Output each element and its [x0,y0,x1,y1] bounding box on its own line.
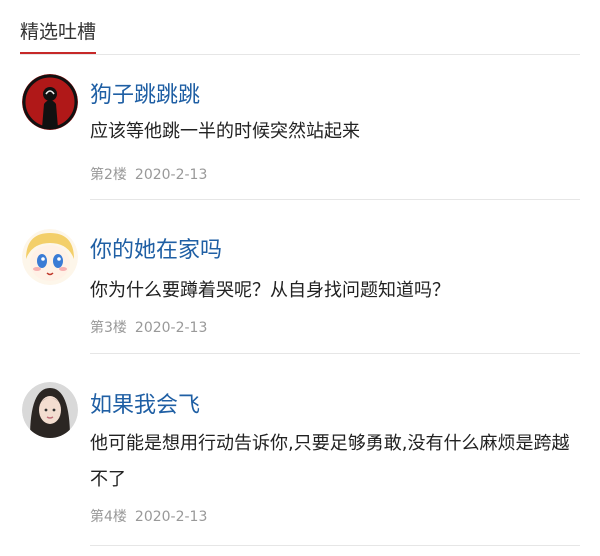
comment-meta: 第3楼 2020-2-13 [90,319,207,337]
comment-text: 他可能是想用行动告诉你,只要足够勇敢,没有什么麻烦是跨越不了 [90,433,570,490]
comment-date: 2020-2-13 [134,167,208,183]
floor-number: 第3楼 [90,320,127,336]
floor-number: 第4楼 [90,509,127,525]
comment-date: 2020-2-13 [134,320,208,336]
woman-photo-avatar-icon [22,382,78,438]
username[interactable]: 狗子跳跳跳 [90,82,200,110]
divider [90,199,580,200]
divider [90,545,580,546]
dark-figure-avatar-icon [22,74,78,130]
comment-item: 狗子跳跳跳 应该等他跳一半的时候突然站起来 第2楼 2020-2-13 [20,70,580,200]
section-title: 精选吐槽 [20,20,97,54]
anime-girl-avatar-icon [22,229,78,285]
username[interactable]: 如果我会飞 [90,392,200,420]
comment-meta: 第4楼 2020-2-13 [90,508,207,526]
comment-item: 如果我会飞 他可能是想用行动告诉你,只要足够勇敢,没有什么麻烦是跨越不了 第4楼… [20,378,580,548]
comment-item: 你的她在家吗 你为什么要蹲着哭呢？从自身找问题知道吗？ 第3楼 2020-2-13 [20,225,580,355]
comment-text: 应该等他跳一半的时候突然站起来 [90,121,360,142]
user-avatar[interactable] [22,74,78,130]
user-avatar[interactable] [22,229,78,285]
section-header: 精选吐槽 [20,0,580,55]
comment-date: 2020-2-13 [134,509,208,525]
floor-number: 第2楼 [90,167,127,183]
comment-meta: 第2楼 2020-2-13 [90,166,207,184]
comment-text: 你为什么要蹲着哭呢？从自身找问题知道吗？ [90,280,450,301]
divider [90,353,580,354]
username[interactable]: 你的她在家吗 [90,237,222,265]
user-avatar[interactable] [22,382,78,438]
